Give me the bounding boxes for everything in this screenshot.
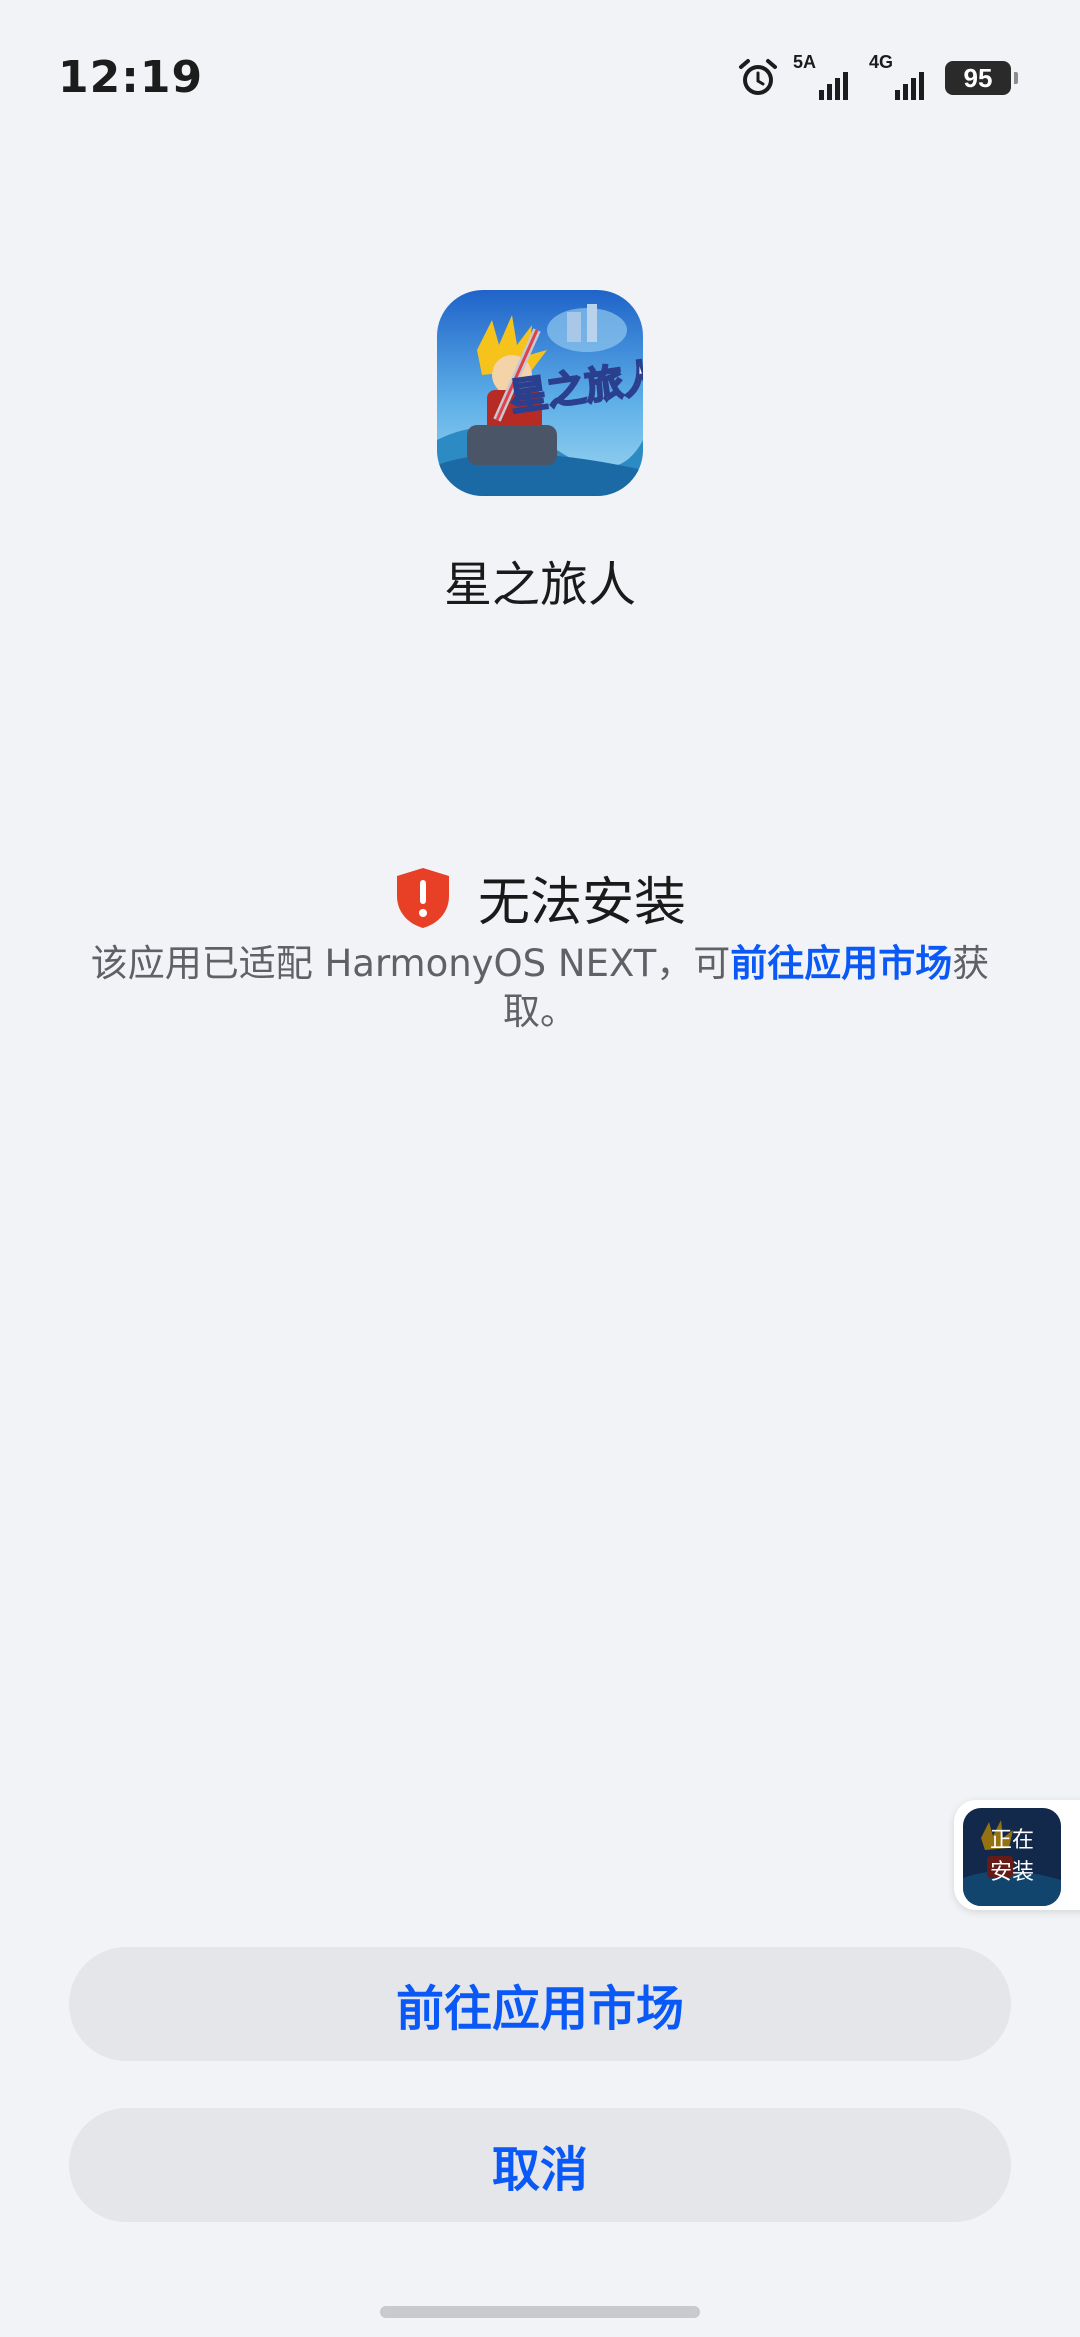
network-label-4g: 4G [869,52,894,72]
battery-icon: 95 [945,61,1011,95]
network-label-5a: 5A [793,52,817,72]
app-icon: 星之旅人 [437,290,643,496]
error-description: 该应用已适配 HarmonyOS NEXT，可前往应用市场获取。 [70,940,1010,1036]
installing-floating-chip[interactable]: 正在 安装 [954,1800,1080,1910]
error-desc-text: 该应用已适配 HarmonyOS NEXT，可 [90,942,731,985]
app-name: 星之旅人 [443,557,636,613]
app-market-link[interactable]: 前往应用市场 [730,942,952,985]
error-header: 无法安装 [0,860,1080,935]
status-bar: 12:19 5A 4G 95 [0,0,1080,150]
cancel-button[interactable]: 取消 [69,2108,1011,2222]
signal-5a-icon: 5A [793,52,855,100]
status-time: 12:19 [58,52,204,103]
battery-tip [1014,72,1018,84]
installing-label: 正在 安装 [989,1828,1034,1885]
battery-level: 95 [963,62,993,93]
shield-warning-icon [396,867,449,928]
go-to-app-market-button[interactable]: 前往应用市场 [69,1947,1011,2061]
signal-4g-icon: 4G [869,52,931,100]
error-title: 无法安装 [477,873,686,933]
home-indicator[interactable] [380,2306,700,2318]
alarm-icon [739,59,777,95]
status-icons: 5A 4G 95 [737,52,1018,100]
